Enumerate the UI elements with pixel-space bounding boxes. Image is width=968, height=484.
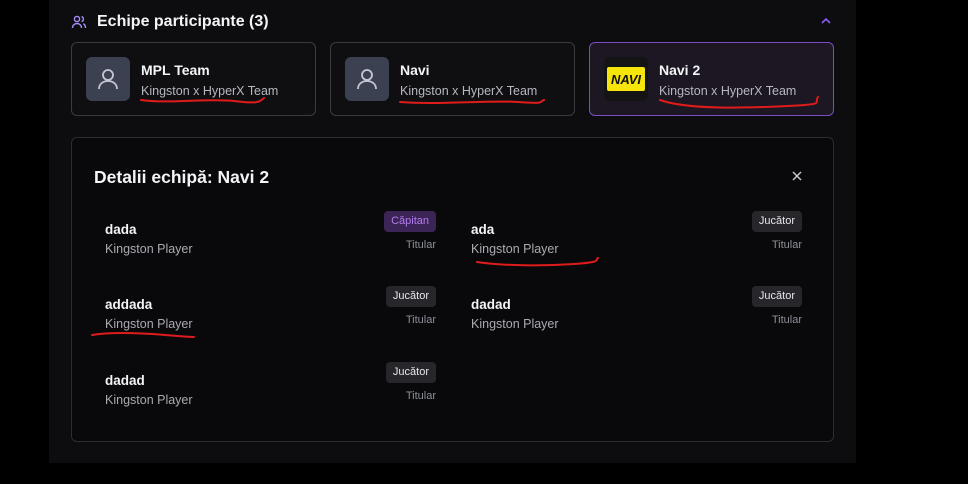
player-team: Kingston Player bbox=[105, 393, 193, 407]
teams-panel: Echipe participante (3) MPL Team Kingsto… bbox=[49, 0, 856, 463]
svg-text:NAVI: NAVI bbox=[611, 72, 641, 87]
user-placeholder-icon bbox=[345, 57, 389, 101]
team-subtitle: Kingston x HyperX Team bbox=[400, 84, 538, 98]
chevron-up-icon[interactable] bbox=[817, 12, 835, 30]
player-team: Kingston Player bbox=[471, 317, 559, 331]
player-row: dada Kingston Player Căpitan Titular bbox=[105, 211, 436, 272]
team-card-mpl-team[interactable]: MPL Team Kingston x HyperX Team bbox=[71, 42, 316, 116]
player-badge: Jucător bbox=[385, 286, 436, 307]
player-row: dadad Kingston Player Jucător Titular bbox=[105, 362, 436, 423]
captain-badge: Căpitan bbox=[384, 211, 436, 232]
player-badge: Jucător bbox=[385, 362, 436, 383]
team-details-panel: Detalii echipă: Navi 2 dada Kingston Pla… bbox=[71, 137, 834, 442]
player-name: dadad bbox=[105, 373, 145, 388]
player-role: Titular bbox=[771, 239, 802, 251]
navi-logo: NAVI bbox=[604, 57, 648, 101]
team-card-navi[interactable]: Navi Kingston x HyperX Team bbox=[330, 42, 575, 116]
section-title: Echipe participante (3) bbox=[97, 13, 269, 30]
player-role: Titular bbox=[405, 390, 436, 402]
player-name: dadad bbox=[471, 297, 511, 312]
player-badge: Jucător bbox=[751, 286, 802, 307]
team-subtitle: Kingston x HyperX Team bbox=[141, 84, 279, 98]
player-team: Kingston Player bbox=[105, 317, 193, 331]
player-name: dada bbox=[105, 222, 137, 237]
player-name: ada bbox=[471, 222, 495, 237]
team-name: Navi bbox=[400, 62, 430, 78]
team-name: MPL Team bbox=[141, 62, 210, 78]
close-icon[interactable] bbox=[789, 168, 805, 184]
player-team: Kingston Player bbox=[105, 242, 193, 256]
player-role: Titular bbox=[771, 314, 802, 326]
player-row: ada Kingston Player Jucător Titular bbox=[471, 211, 802, 272]
player-role: Titular bbox=[405, 239, 436, 251]
team-subtitle: Kingston x HyperX Team bbox=[659, 84, 797, 98]
player-row: addada Kingston Player Jucător Titular bbox=[105, 286, 436, 347]
player-team: Kingston Player bbox=[471, 242, 559, 256]
player-badge: Jucător bbox=[751, 211, 802, 232]
team-card-navi-2[interactable]: NAVI Navi 2 Kingston x HyperX Team bbox=[589, 42, 834, 116]
details-heading: Detalii echipă: Navi 2 bbox=[94, 167, 270, 187]
player-role: Titular bbox=[405, 314, 436, 326]
team-name: Navi 2 bbox=[659, 62, 701, 78]
player-name: addada bbox=[105, 297, 153, 312]
user-placeholder-icon bbox=[86, 57, 130, 101]
section-header[interactable]: Echipe participante (3) bbox=[71, 10, 835, 34]
player-row: dadad Kingston Player Jucător Titular bbox=[471, 286, 802, 347]
users-icon bbox=[71, 15, 87, 29]
